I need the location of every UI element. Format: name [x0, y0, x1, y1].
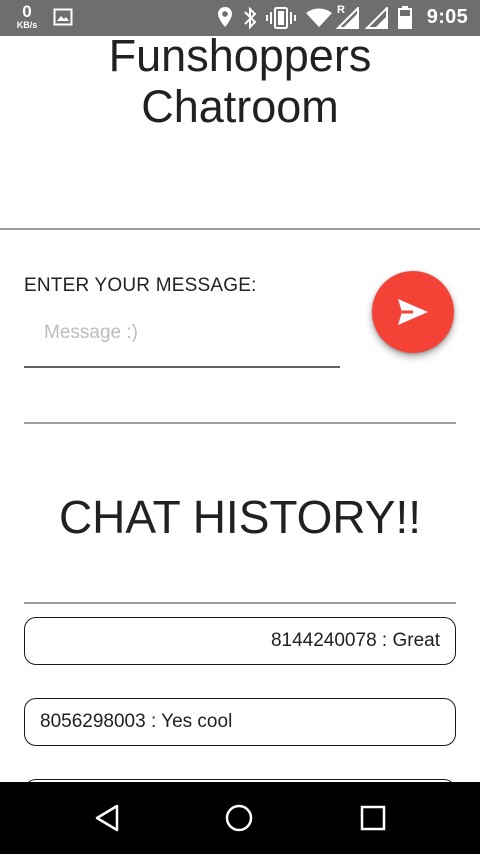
- composer-divider: [24, 422, 456, 424]
- chat-history-title: CHAT HISTORY!!: [58, 491, 422, 543]
- navigation-bar: [0, 782, 480, 854]
- home-icon: [225, 804, 253, 832]
- bluetooth-icon: [244, 6, 257, 30]
- location-icon: [218, 7, 232, 27]
- vibrate-icon: [266, 7, 296, 29]
- image-icon: [53, 8, 73, 26]
- recents-icon: [360, 805, 386, 831]
- recents-button[interactable]: [333, 782, 413, 854]
- chatroom-screen: 0 KB/s R 9:05 Funshoppers Chatroom ENTER…: [0, 0, 480, 854]
- signal-icon: [336, 7, 359, 29]
- history-divider: [24, 602, 456, 604]
- message-label: ENTER YOUR MESSAGE:: [24, 275, 257, 296]
- network-speed-value: 0: [22, 2, 32, 21]
- send-button[interactable]: [372, 271, 454, 353]
- message-input[interactable]: [24, 312, 340, 354]
- header-divider: [0, 228, 480, 230]
- wifi-icon: [306, 8, 332, 27]
- battery-icon: [398, 6, 412, 29]
- network-speed: 0 KB/s: [12, 3, 42, 30]
- chat-message: 8144240078 : Great: [24, 617, 456, 665]
- signal-icon: [365, 7, 388, 29]
- home-button[interactable]: [199, 782, 279, 854]
- back-button[interactable]: [67, 782, 147, 854]
- network-speed-unit: KB/s: [16, 20, 38, 30]
- page-title: Funshoppers Chatroom: [108, 30, 372, 132]
- clock: 9:05: [426, 6, 468, 28]
- chat-message: 8056298003 : Yes cool: [24, 698, 456, 746]
- send-icon: [398, 299, 428, 325]
- message-input-underline: [24, 366, 340, 368]
- back-icon: [95, 804, 119, 832]
